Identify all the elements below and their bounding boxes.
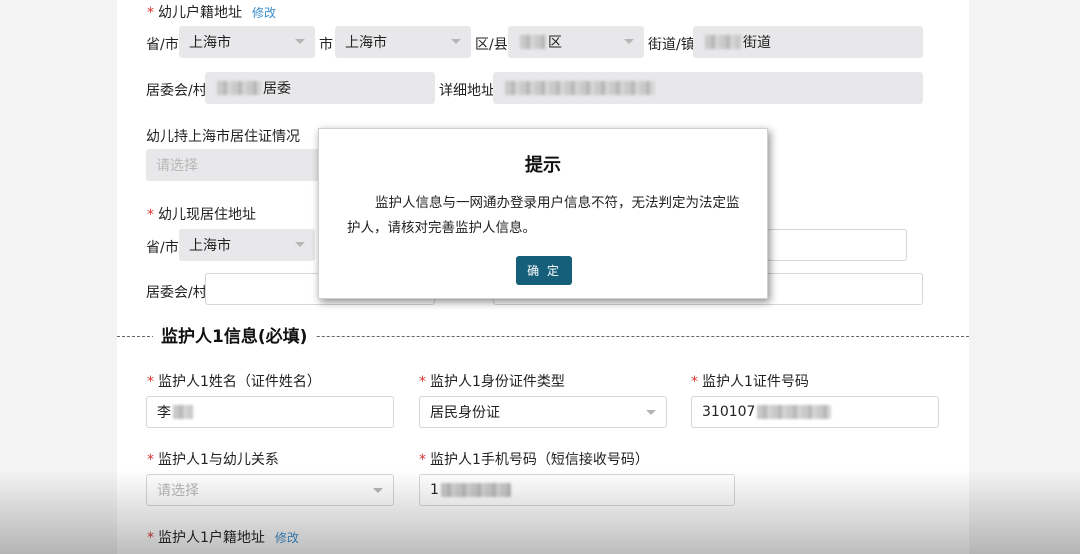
guardian-idnum-value: 310107 xyxy=(702,404,756,420)
chevron-down-icon xyxy=(295,39,305,44)
redacted-blur xyxy=(217,81,261,95)
district-label: 区/县 xyxy=(475,37,508,53)
alert-dialog: 提示 监护人信息与一网通办登录用户信息不符，无法判定为法定监护人，请核对完善监护… xyxy=(318,128,768,299)
guardian-name-input[interactable]: 李 xyxy=(146,396,394,428)
guardian-section-title: 监护人1信息(必填) xyxy=(153,322,316,347)
chevron-down-icon xyxy=(646,410,656,415)
guardian-idtype-select[interactable]: 居民身份证 xyxy=(419,396,667,428)
guardian-idtype-value: 居民身份证 xyxy=(430,405,500,421)
current-province-label: 省/市 xyxy=(146,240,179,256)
redacted-blur xyxy=(520,35,546,49)
guardian-idtype-heading: * 监护人1身份证件类型 xyxy=(419,371,565,391)
chevron-down-icon xyxy=(624,39,634,44)
dialog-message: 监护人信息与一网通办登录用户信息不符，无法判定为法定监护人，请核对完善监护人信息… xyxy=(347,195,740,236)
required-mark: * xyxy=(419,452,426,468)
guardian-relation-placeholder: 请选择 xyxy=(157,483,199,499)
household-district-select[interactable]: 区 xyxy=(508,26,644,58)
guardian-idnum-heading: * 监护人1证件号码 xyxy=(691,371,809,391)
household-detail-field[interactable] xyxy=(493,72,923,104)
required-mark: * xyxy=(147,530,154,546)
chevron-down-icon xyxy=(451,39,461,44)
guardian-name-label: 监护人1姓名（证件姓名） xyxy=(158,374,321,390)
household-city-select[interactable]: 上海市 xyxy=(335,26,471,58)
household-city-value: 上海市 xyxy=(345,35,387,51)
guardian-relation-heading: * 监护人1与幼儿关系 xyxy=(147,449,279,469)
household-address-heading: * 幼儿户籍地址 修改 xyxy=(147,2,276,22)
household-district-suffix: 区 xyxy=(548,35,562,51)
current-address-heading: * 幼儿现居住地址 xyxy=(147,204,256,224)
household-province-select[interactable]: 上海市 xyxy=(179,26,315,58)
redacted-blur xyxy=(173,405,193,419)
residence-permit-select[interactable]: 请选择 xyxy=(146,149,326,181)
household-street-field[interactable]: 街道 xyxy=(693,26,923,58)
required-mark: * xyxy=(691,374,698,390)
guardian-idnum-input[interactable]: 310107 xyxy=(691,396,939,428)
current-committee-label: 居委会/村 xyxy=(146,285,207,301)
current-address-label: 幼儿现居住地址 xyxy=(158,207,256,223)
guardian-relation-select[interactable]: 请选择 xyxy=(146,474,394,506)
guardian-relation-label: 监护人1与幼儿关系 xyxy=(158,452,279,468)
street-label: 街道/镇 xyxy=(648,37,695,53)
guardian-idnum-label: 监护人1证件号码 xyxy=(702,374,809,390)
guardian-name-heading: * 监护人1姓名（证件姓名） xyxy=(147,371,321,391)
redacted-blur xyxy=(440,483,511,497)
required-mark: * xyxy=(147,452,154,468)
household-edit-link[interactable]: 修改 xyxy=(252,6,276,20)
household-province-value: 上海市 xyxy=(189,35,231,51)
current-street-field[interactable] xyxy=(767,229,907,261)
household-committee-suffix: 居委 xyxy=(263,81,291,97)
city-label: 市 xyxy=(319,37,333,53)
guardian-phone-input[interactable]: 1 xyxy=(419,474,735,506)
redacted-blur xyxy=(757,405,832,419)
chevron-down-icon xyxy=(295,242,305,247)
guardian-household-heading: * 监护人1户籍地址 修改 xyxy=(147,527,299,547)
guardian-phone-value: 1 xyxy=(430,482,439,498)
guardian-household-edit-link[interactable]: 修改 xyxy=(275,531,299,545)
guardian-phone-heading: * 监护人1手机号码（短信接收号码） xyxy=(419,449,649,469)
redacted-blur xyxy=(705,35,741,49)
dialog-title: 提示 xyxy=(525,155,561,176)
detail-address-label: 详细地址 xyxy=(439,83,495,99)
guardian-idtype-label: 监护人1身份证件类型 xyxy=(430,374,565,390)
household-address-label: 幼儿户籍地址 xyxy=(158,5,242,21)
residence-permit-placeholder: 请选择 xyxy=(156,158,198,174)
redacted-blur xyxy=(505,81,655,95)
confirm-button[interactable]: 确 定 xyxy=(516,256,572,285)
current-province-value: 上海市 xyxy=(189,238,231,254)
province-label: 省/市 xyxy=(146,37,179,53)
required-mark: * xyxy=(419,374,426,390)
required-mark: * xyxy=(147,374,154,390)
required-mark: * xyxy=(147,5,154,21)
guardian-name-value: 李 xyxy=(157,405,171,421)
committee-label: 居委会/村 xyxy=(146,83,207,99)
current-province-select[interactable]: 上海市 xyxy=(179,229,315,261)
household-committee-field[interactable]: 居委 xyxy=(205,72,435,104)
guardian-phone-label: 监护人1手机号码（短信接收号码） xyxy=(430,452,649,468)
chevron-down-icon xyxy=(373,488,383,493)
household-street-suffix: 街道 xyxy=(743,35,771,51)
residence-permit-label: 幼儿持上海市居住证情况 xyxy=(146,129,300,145)
required-mark: * xyxy=(147,207,154,223)
guardian-household-label: 监护人1户籍地址 xyxy=(158,530,265,546)
